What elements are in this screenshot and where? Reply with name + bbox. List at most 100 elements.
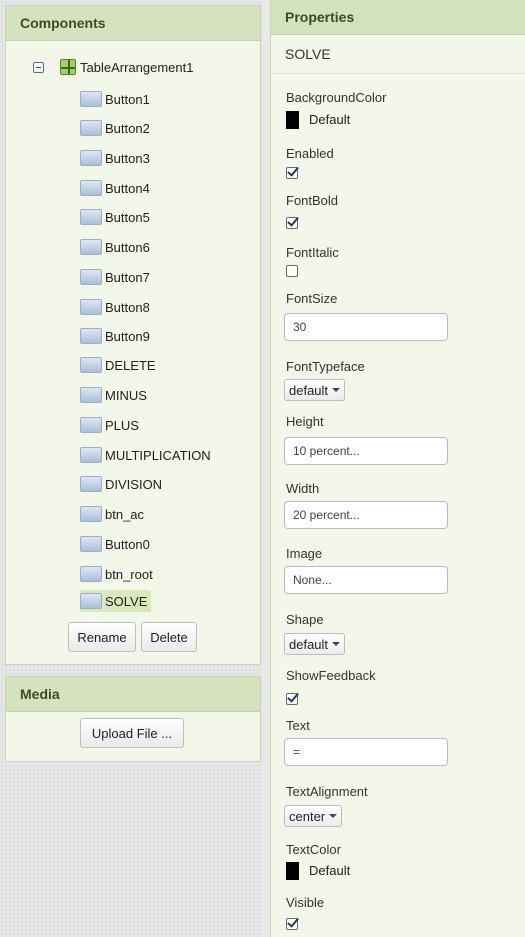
text-input[interactable]: = [284,738,448,766]
tree-root-table-arrangement[interactable]: TableArrangement1 [33,56,193,78]
tree-item-btn-root[interactable]: btn_root [80,563,153,585]
collapse-icon[interactable] [33,61,44,73]
tree-item-label: Button4 [105,180,150,196]
prop-label-fontsize: FontSize [286,291,338,306]
button-component-icon [80,239,102,255]
prop-label-visible: Visible [286,895,325,910]
tree-item-minus[interactable]: MINUS [80,384,147,406]
tree-item-button3[interactable]: Button3 [80,147,150,169]
tree-root-label: TableArrangement1 [80,59,194,75]
text-alignment-value: center [289,808,326,824]
table-arrangement-icon [60,59,76,75]
button-component-icon [80,593,102,609]
button-component-icon [80,269,102,285]
tree-item-label: btn_ac [105,506,145,522]
tree-item-button8[interactable]: Button8 [80,296,150,318]
shape-value: default [289,636,329,652]
chevron-down-icon [329,814,338,818]
font-italic-checkbox[interactable] [286,265,298,277]
button-component-icon [80,447,102,463]
chevron-down-icon [332,642,341,646]
button-component-icon [80,299,102,315]
tree-item-solve-selected[interactable]: SOLVE [80,590,152,612]
button-component-icon [80,209,102,225]
properties-panel: Properties SOLVE BackgroundColor Default… [270,0,525,937]
font-size-input[interactable]: 30 [284,313,448,341]
button-component-icon [80,150,102,166]
button-component-icon [80,506,102,522]
tree-item-label: Button6 [105,239,150,255]
tree-item-plus[interactable]: PLUS [80,414,139,436]
background-color-value[interactable]: Default [309,112,350,127]
text-color-swatch[interactable] [286,862,299,880]
show-feedback-checkbox[interactable] [286,693,298,705]
button-component-icon [80,566,102,582]
prop-label-fonttypeface: FontTypeface [286,359,365,374]
tree-item-label: MULTIPLICATION [105,447,211,463]
image-input[interactable]: None... [284,566,448,594]
prop-label-fontbold: FontBold [286,193,339,208]
tree-item-label: PLUS [105,417,139,433]
prop-label-textalignment: TextAlignment [286,784,368,799]
button-component-icon [80,91,102,107]
prop-label-text: Text [286,718,310,733]
prop-label-backgroundcolor: BackgroundColor [286,90,387,105]
enabled-checkbox[interactable] [286,167,298,179]
visible-checkbox[interactable] [286,918,298,930]
media-header: Media [6,677,260,712]
button-component-icon [80,387,102,403]
tree-item-button9[interactable]: Button9 [80,325,150,347]
chevron-down-icon [332,388,341,392]
button-component-icon [80,417,102,433]
button-component-icon [80,357,102,373]
upload-file-button[interactable]: Upload File ... [80,718,184,748]
tree-item-label: SOLVE [105,593,148,609]
tree-item-label: Button5 [105,209,150,225]
button-component-icon [80,120,102,136]
tree-item-label: DIVISION [105,476,163,492]
tree-item-button6[interactable]: Button6 [80,236,150,258]
tree-item-label: DELETE [105,357,156,373]
rename-button[interactable]: Rename [68,622,136,652]
shape-dropdown[interactable]: default [284,633,346,655]
tree-item-label: Button9 [105,328,150,344]
tree-item-label: Button7 [105,269,150,285]
text-alignment-dropdown[interactable]: center [284,805,343,827]
prop-label-enabled: Enabled [286,146,334,161]
components-header: Components [6,6,260,41]
tree-item-multiplication[interactable]: MULTIPLICATION [80,444,211,466]
tree-item-button0[interactable]: Button0 [80,533,150,555]
button-component-icon [80,476,102,492]
tree-item-label: MINUS [105,387,147,403]
properties-header: Properties [271,0,525,35]
tree-item-label: Button1 [105,91,150,107]
tree-item-button1[interactable]: Button1 [80,88,150,110]
font-typeface-value: default [289,382,329,398]
prop-label-height: Height [286,414,324,429]
tree-item-button7[interactable]: Button7 [80,266,150,288]
tree-item-button2[interactable]: Button2 [80,117,150,139]
background-color-swatch[interactable] [286,111,299,129]
tree-item-label: Button3 [105,150,150,166]
width-input[interactable]: 20 percent... [284,501,448,529]
button-component-icon [80,536,102,552]
prop-label-showfeedback: ShowFeedback [286,668,376,683]
tree-item-division[interactable]: DIVISION [80,473,162,495]
tree-item-delete[interactable]: DELETE [80,354,156,376]
prop-label-image: Image [286,546,323,561]
prop-label-shape: Shape [286,612,324,627]
button-component-icon [80,180,102,196]
font-bold-checkbox[interactable] [286,217,298,229]
prop-label-textcolor: TextColor [286,842,341,857]
button-component-icon [80,328,102,344]
prop-label-width: Width [286,481,320,496]
text-color-value[interactable]: Default [309,863,350,878]
tree-item-button5[interactable]: Button5 [80,206,150,228]
tree-item-button4[interactable]: Button4 [80,177,150,199]
font-typeface-dropdown[interactable]: default [284,379,346,401]
height-input[interactable]: 10 percent... [284,437,448,465]
prop-label-fontitalic: FontItalic [286,245,339,260]
tree-item-btn-ac[interactable]: btn_ac [80,503,144,525]
delete-button[interactable]: Delete [141,622,197,652]
tree-item-label: Button0 [105,536,150,552]
